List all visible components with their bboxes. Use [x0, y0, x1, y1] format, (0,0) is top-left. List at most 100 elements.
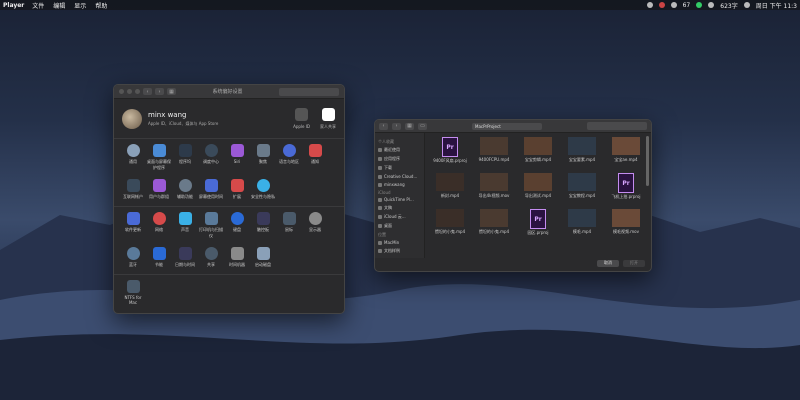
menu-extra-icon[interactable]: [658, 2, 665, 8]
folder-selector[interactable]: MacPrProject: [472, 122, 542, 130]
file-item[interactable]: 导出测试.mp4: [517, 173, 559, 205]
cloud-icon: [321, 107, 335, 121]
pref-pane[interactable]: 安全性与隐私: [250, 179, 276, 200]
pref-pane[interactable]: 桌面与屏幕保护程序: [146, 144, 172, 171]
forward-button[interactable]: ›: [392, 122, 401, 130]
folder-icon: [378, 224, 382, 228]
file-item[interactable]: 宝宝教程.mp4: [561, 173, 603, 205]
pref-pane[interactable]: 日期与时间: [172, 247, 198, 268]
pref-pane[interactable]: 聚焦: [250, 144, 276, 171]
sidebar-item[interactable]: minxwang: [378, 182, 421, 187]
pref-pane[interactable]: 鼠标: [276, 212, 302, 239]
menu-extra-icon[interactable]: [670, 2, 677, 8]
close-button[interactable]: [119, 89, 124, 94]
account-section: minx wang Apple ID、iCloud、媒体与 App Store …: [114, 99, 344, 139]
file-item[interactable]: 宝宝要素.mp4: [561, 137, 603, 169]
file-item[interactable]: Pr 9400F风扇.prproj: [429, 137, 471, 169]
sidebar-item[interactable]: iCloud 云...: [378, 214, 421, 220]
show-all-button[interactable]: ▦: [167, 88, 176, 95]
pref-pane[interactable]: 网络: [146, 212, 172, 239]
file-item[interactable]: 宝宝ae.mp4: [605, 137, 647, 169]
menu-edit[interactable]: 编辑: [53, 1, 65, 10]
pref-pane[interactable]: 蓝牙: [120, 247, 146, 268]
pref-pane[interactable]: 通知: [302, 144, 328, 171]
word-count: 623字: [720, 2, 738, 10]
pref-pane[interactable]: 键盘: [224, 212, 250, 239]
sidebar-item[interactable]: 最近使用: [378, 147, 421, 153]
status-area: 67 623字 周日 下午 11:3: [646, 1, 797, 10]
pref-pane[interactable]: 程序坞: [172, 144, 198, 171]
sidebar-item[interactable]: 桌面: [378, 223, 421, 229]
sidebar-item[interactable]: 文档样例: [378, 248, 421, 254]
pref-pane[interactable]: 时间机器: [224, 247, 250, 268]
pref-pane[interactable]: 软件更新: [120, 212, 146, 239]
pref-pane[interactable]: 触控板: [250, 212, 276, 239]
pref-pane[interactable]: 声音: [172, 212, 198, 239]
menu-extra-icon[interactable]: [696, 2, 703, 8]
pref-pane-icon: [152, 247, 166, 260]
file-item[interactable]: 宝宝剪辑.mp4: [517, 137, 559, 169]
cancel-button[interactable]: 取消: [597, 259, 619, 267]
file-item[interactable]: Pr 园区.prproj: [517, 209, 559, 241]
pref-pane-icon: [256, 212, 270, 225]
pref-pane[interactable]: 用户与群组: [146, 179, 172, 200]
menu-extra-icon[interactable]: [646, 2, 653, 8]
pref-pane[interactable]: 互联网帐户: [120, 179, 146, 200]
sidebar-item-label: 桌面: [384, 223, 392, 228]
back-button[interactable]: ‹: [379, 122, 388, 130]
back-button[interactable]: ‹: [143, 88, 152, 95]
pref-pane-icon: [204, 179, 218, 192]
sidebar-item[interactable]: QuickTime Pl...: [378, 197, 421, 202]
forward-button[interactable]: ›: [155, 88, 164, 95]
sidebar-item[interactable]: 应用程序: [378, 156, 421, 162]
menu-help[interactable]: 帮助: [95, 1, 107, 10]
zoom-button[interactable]: [135, 89, 140, 94]
sidebar-item[interactable]: Creative Cloud...: [378, 174, 421, 179]
pref-pane[interactable]: 共享: [198, 247, 224, 268]
pref-pane[interactable]: 辅助功能: [172, 179, 198, 200]
menu-extra-icon[interactable]: [743, 2, 750, 8]
wifi-icon[interactable]: [708, 2, 715, 8]
pref-pane-icon: [126, 280, 140, 293]
menu-view[interactable]: 显示: [74, 1, 86, 10]
file-item[interactable]: 模毛视频.mov: [605, 209, 647, 241]
minimize-button[interactable]: [127, 89, 132, 94]
pref-pane[interactable]: 扩展: [224, 179, 250, 200]
pref-pane-icon: [126, 212, 140, 225]
file-item[interactable]: 模毛.mp4: [561, 209, 603, 241]
prefs-titlebar: ‹ › ▦ 系统偏好设置: [114, 85, 344, 99]
folder-icon[interactable]: ▭: [418, 122, 427, 130]
file-item[interactable]: 导出4k视频.mov: [473, 173, 515, 205]
pref-pane[interactable]: Siri: [224, 144, 250, 171]
view-mode-button[interactable]: ▦: [405, 122, 414, 130]
file-item[interactable]: 惯坦的小鬼.mp4: [429, 209, 471, 241]
menu-file[interactable]: 文件: [32, 1, 44, 10]
open-button[interactable]: 打开: [623, 259, 645, 267]
pref-pane[interactable]: 节能: [146, 247, 172, 268]
sidebar-item[interactable]: MacMin: [378, 240, 421, 245]
search-input[interactable]: [587, 122, 647, 130]
file-item[interactable]: 新封.mp4: [429, 173, 471, 205]
pref-pane[interactable]: NTFS for Mac: [120, 280, 146, 305]
search-input[interactable]: [279, 87, 339, 96]
sidebar-item[interactable]: 文稿: [378, 205, 421, 211]
avatar[interactable]: [122, 108, 142, 129]
pref-pane[interactable]: 屏幕使用时间: [198, 179, 224, 200]
pref-pane[interactable]: 启动磁盘: [250, 247, 276, 268]
file-name: 9400F风扇.prproj: [433, 158, 467, 163]
clock[interactable]: 周日 下午 11:3: [756, 1, 797, 10]
apple-id-pref[interactable]: Apple ID: [293, 107, 310, 130]
file-item[interactable]: 9400FCPU.mp4: [473, 137, 515, 169]
pref-pane-icon: [308, 212, 322, 225]
family-sharing-pref[interactable]: 家人共享: [320, 107, 336, 130]
pref-pane[interactable]: 显示器: [302, 212, 328, 239]
file-item[interactable]: Pr 飞机上拍.prproj: [605, 173, 647, 205]
pref-pane[interactable]: 语言与地区: [276, 144, 302, 171]
file-item[interactable]: 惯坦的小鬼.mp4: [473, 209, 515, 241]
pref-pane[interactable]: 打印机与扫描仪: [198, 212, 224, 239]
scrollbar[interactable]: [646, 136, 649, 186]
app-menu[interactable]: Player: [3, 2, 24, 9]
pref-pane[interactable]: 通用: [120, 144, 146, 171]
sidebar-item[interactable]: 下载: [378, 165, 421, 171]
pref-pane[interactable]: 调度中心: [198, 144, 224, 171]
